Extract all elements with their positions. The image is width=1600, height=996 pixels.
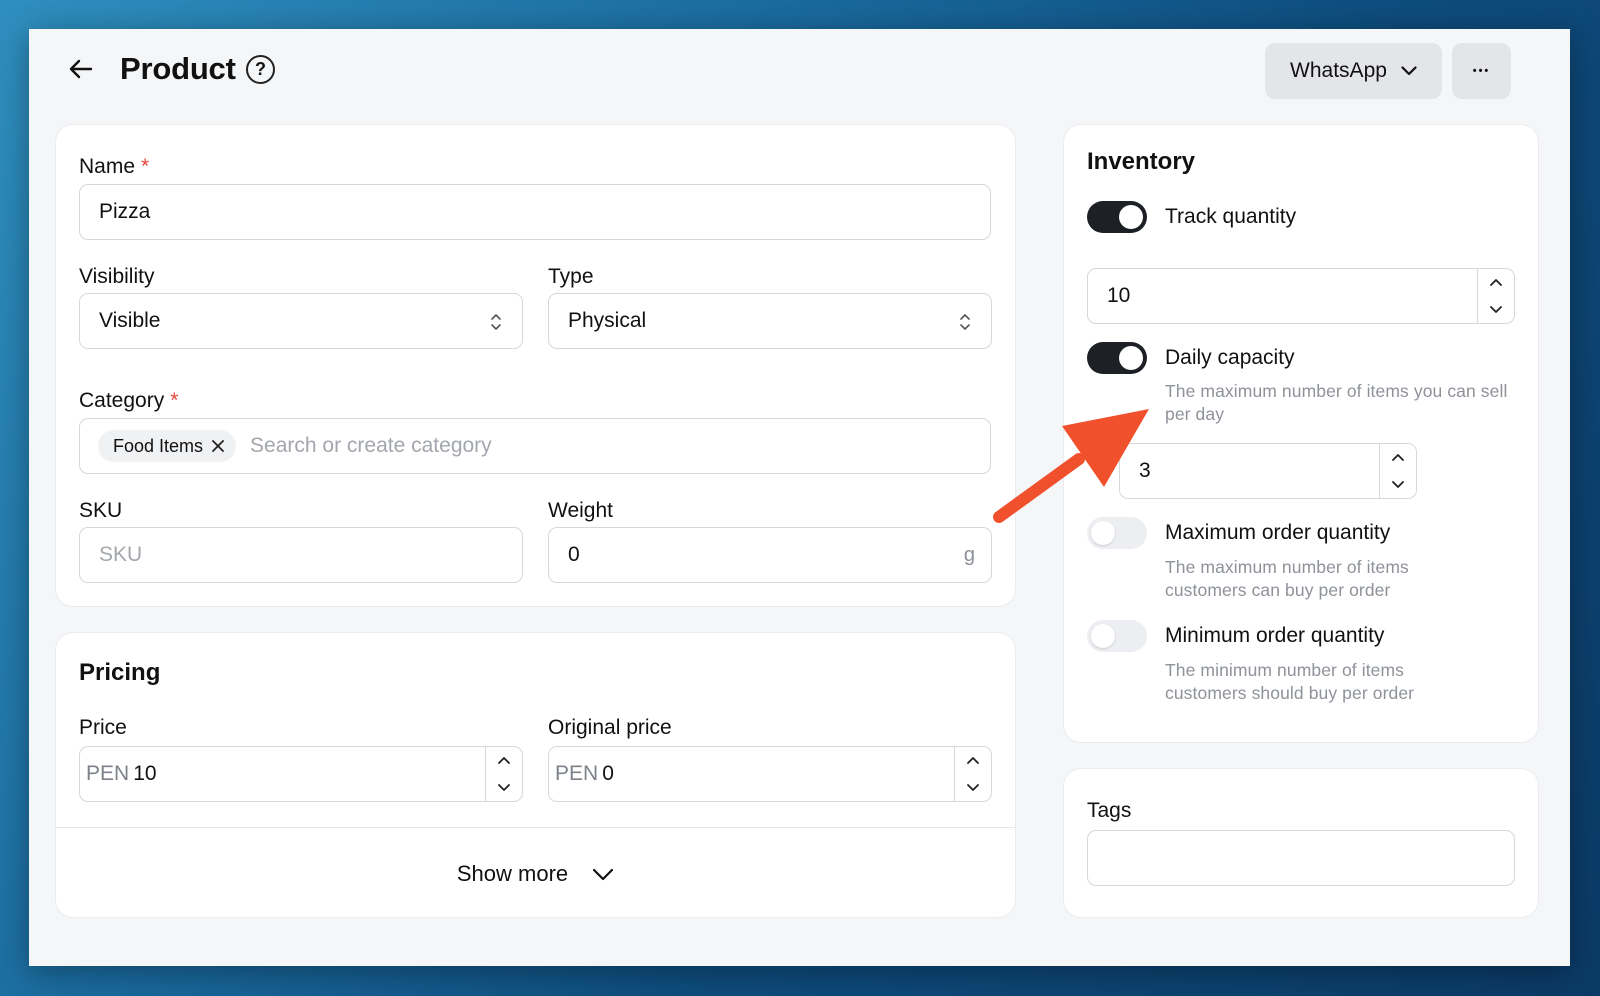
weight-unit: g [963,544,975,566]
track-quantity-toggle[interactable] [1087,201,1147,233]
max-order-label: Maximum order quantity [1165,521,1391,544]
chevron-down-icon[interactable] [1478,296,1514,323]
quantity-field[interactable] [1087,268,1515,324]
category-field[interactable]: Food Items [79,418,991,474]
channel-label: WhatsApp [1290,59,1387,82]
chevron-up-icon[interactable] [1380,444,1416,471]
price-field[interactable]: PEN 10 [79,746,523,802]
daily-capacity-field[interactable] [1119,443,1417,499]
min-order-toggle[interactable] [1087,620,1147,652]
required-mark: * [170,389,179,412]
category-search-input[interactable] [250,434,971,458]
divider [56,827,1015,828]
weight-field[interactable]: g [548,527,992,583]
chevron-down-icon [1401,66,1417,76]
chevron-down-icon[interactable] [1380,471,1416,498]
original-price-value[interactable]: 0 [602,762,614,786]
visibility-select[interactable]: Visible [79,293,523,349]
price-label: Price [79,716,127,739]
inventory-title: Inventory [1087,148,1196,175]
tags-input[interactable] [1107,846,1495,870]
quantity-stepper[interactable] [1477,269,1514,323]
name-input[interactable] [99,200,971,224]
max-order-help: The maximum number of items customers ca… [1165,557,1409,600]
tags-label: Tags [1087,799,1132,822]
chevron-up-icon[interactable] [1478,269,1514,296]
sku-field[interactable] [79,527,523,583]
help-icon[interactable]: ? [246,55,275,84]
arrow-left-icon [69,59,93,79]
price-stepper[interactable] [485,747,522,801]
currency-prefix: PEN [555,762,599,785]
daily-capacity-help: The maximum number of items you can sell… [1165,381,1508,424]
name-field[interactable] [79,184,991,240]
price-value[interactable]: 10 [133,762,156,786]
daily-capacity-stepper[interactable] [1379,444,1416,498]
sku-label: SKU [79,499,123,522]
chevron-down-icon[interactable] [486,774,522,801]
original-price-stepper[interactable] [954,747,991,801]
min-order-label: Minimum order quantity [1165,624,1385,647]
select-arrows-icon [491,314,501,330]
weight-input[interactable] [568,543,972,567]
track-quantity-label: Track quantity [1165,205,1297,228]
min-order-help: The minimum number of items customers sh… [1165,660,1415,703]
weight-label: Weight [548,499,613,522]
visibility-value: Visible [99,309,161,332]
close-icon[interactable] [212,440,224,452]
pricing-card: Pricing Price PEN 10 Original price PEN … [55,632,1016,918]
show-more-button[interactable]: Show more [56,861,1015,887]
product-window: Product ? WhatsApp ••• Name* Visibility … [29,29,1570,966]
pricing-title: Pricing [79,659,161,686]
details-card: Name* Visibility Visible Type Physical C… [55,124,1016,607]
quantity-input[interactable] [1107,284,1495,308]
type-select[interactable]: Physical [548,293,992,349]
daily-capacity-label: Daily capacity [1165,346,1295,369]
sku-input[interactable] [99,543,503,567]
annotation-arrow [993,409,1149,523]
back-button[interactable] [65,53,97,85]
required-mark: * [141,155,150,178]
category-chip-label: Food Items [113,435,204,456]
chevron-up-icon[interactable] [955,747,991,774]
daily-capacity-toggle[interactable] [1087,342,1147,374]
chevron-down-icon[interactable] [955,774,991,801]
currency-prefix: PEN [86,762,130,785]
page-title: Product [120,51,236,86]
original-price-label: Original price [548,716,672,739]
name-label: Name * [79,155,150,178]
type-value: Physical [568,309,647,332]
ellipsis-icon: ••• [1472,65,1491,77]
type-label: Type [548,265,594,288]
daily-capacity-input[interactable] [1139,459,1397,483]
channel-dropdown[interactable]: WhatsApp [1265,43,1442,99]
original-price-field[interactable]: PEN 0 [548,746,992,802]
more-options-button[interactable]: ••• [1452,43,1511,99]
chevron-down-icon [593,868,614,880]
chevron-up-icon[interactable] [486,747,522,774]
select-arrows-icon [960,314,970,330]
show-more-label: Show more [456,861,569,886]
tags-card: Tags [1063,768,1539,918]
visibility-label: Visibility [79,265,155,288]
category-chip: Food Items [98,430,237,462]
tags-field[interactable] [1087,830,1515,886]
category-label: Category * [79,389,179,412]
